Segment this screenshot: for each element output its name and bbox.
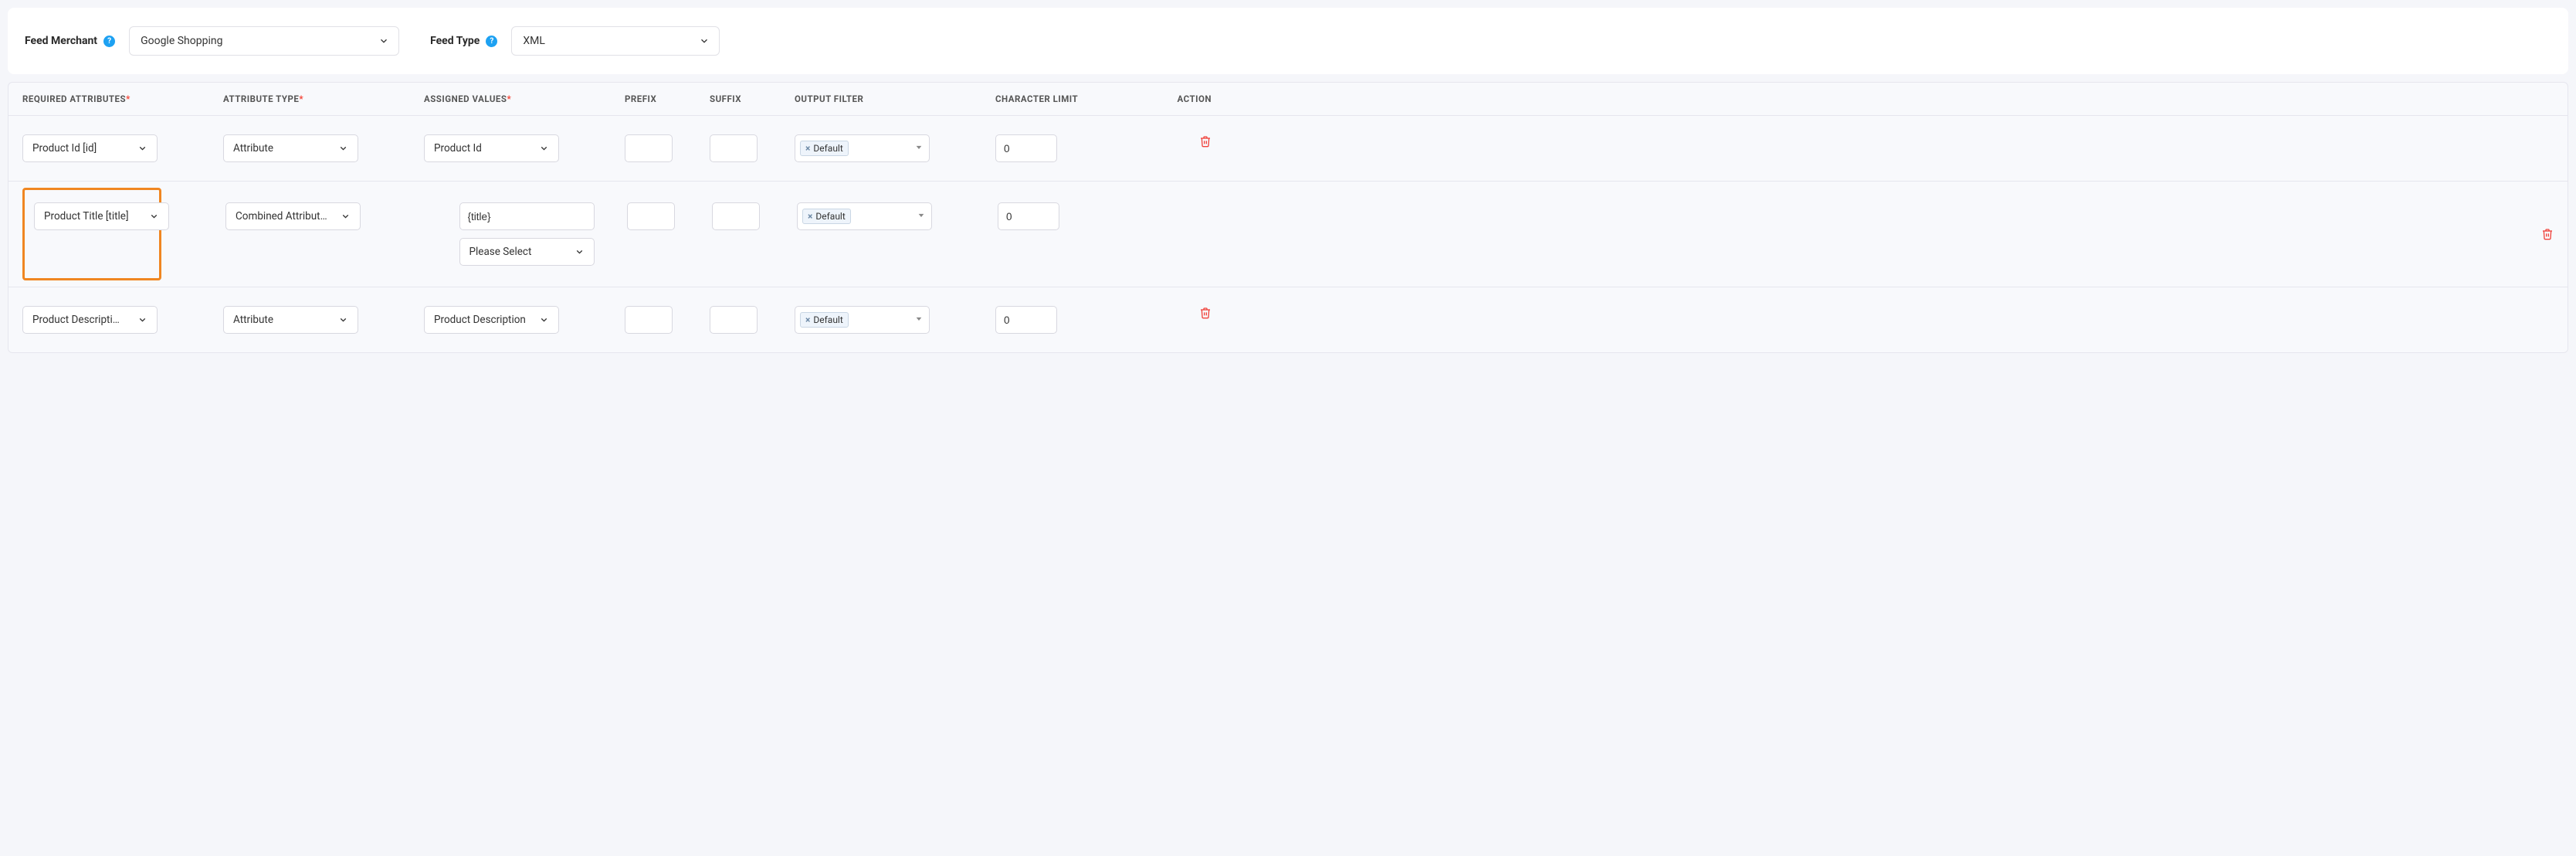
th-prefix: PREFIX xyxy=(625,93,710,104)
suffix-input[interactable] xyxy=(710,306,758,334)
feed-merchant-select[interactable]: Google Shopping xyxy=(129,26,399,56)
delete-row-button[interactable] xyxy=(2541,227,2554,241)
delete-row-button[interactable] xyxy=(1199,134,1212,148)
chevron-down-icon xyxy=(539,315,549,325)
help-icon[interactable]: ? xyxy=(486,36,497,47)
feed-type-group: Feed Type ? XML xyxy=(430,26,720,56)
chevron-down-icon xyxy=(137,144,147,154)
th-attribute-type: ATTRIBUTE TYPE* xyxy=(223,93,424,104)
feed-merchant-label: Feed Merchant ? xyxy=(25,35,115,47)
chevron-down-icon xyxy=(338,315,348,325)
th-suffix: SUFFIX xyxy=(710,93,795,104)
feed-type-select[interactable]: XML xyxy=(511,26,720,56)
caret-down-icon xyxy=(915,314,923,326)
th-character-limit: CHARACTER LIMIT xyxy=(995,93,1150,104)
character-limit-input[interactable] xyxy=(995,134,1057,162)
attribute-type-select[interactable]: Attribute xyxy=(223,134,358,162)
help-icon[interactable]: ? xyxy=(103,36,115,47)
caret-down-icon xyxy=(915,143,923,155)
output-filter-select[interactable]: × Default xyxy=(795,134,930,162)
table-row: Product Title [title] Combined Attribute… xyxy=(8,182,2568,287)
delete-row-button[interactable] xyxy=(1199,306,1212,320)
table-row: Product Id [id] Attribute Product Id xyxy=(8,116,2568,182)
required-attribute-select[interactable]: Product Id [id] xyxy=(22,134,158,162)
character-limit-input[interactable] xyxy=(995,306,1057,334)
attribute-type-select[interactable]: Attribute xyxy=(223,306,358,334)
assigned-value-secondary-select[interactable]: Please Select xyxy=(459,238,595,266)
table-row: Product Description [description] Attrib… xyxy=(8,287,2568,352)
chevron-down-icon xyxy=(575,247,585,257)
chevron-down-icon xyxy=(137,315,147,325)
feed-settings-card: Feed Merchant ? Google Shopping Feed Typ… xyxy=(8,8,2568,74)
highlighted-row-box: Product Title [title] Combined Attribute… xyxy=(22,188,161,280)
assigned-value-select[interactable]: Product Id xyxy=(424,134,559,162)
prefix-input[interactable] xyxy=(625,134,673,162)
feed-merchant-group: Feed Merchant ? Google Shopping xyxy=(25,26,399,56)
remove-tag-icon[interactable]: × xyxy=(805,143,810,154)
chevron-down-icon xyxy=(341,212,351,222)
th-assigned-values: ASSIGNED VALUES* xyxy=(424,93,625,104)
prefix-input[interactable] xyxy=(625,306,673,334)
suffix-input[interactable] xyxy=(710,134,758,162)
th-action: ACTION xyxy=(1150,93,1212,104)
output-filter-select[interactable]: × Default xyxy=(795,306,930,334)
caret-down-icon xyxy=(917,211,925,222)
chevron-down-icon xyxy=(378,36,389,46)
table-header-row: REQUIRED ATTRIBUTES* ATTRIBUTE TYPE* ASS… xyxy=(8,83,2568,116)
remove-tag-icon[interactable]: × xyxy=(808,211,812,222)
filter-tag: × Default xyxy=(800,312,849,328)
feed-type-label: Feed Type ? xyxy=(430,35,497,47)
required-attribute-select[interactable]: Product Title [title] xyxy=(34,202,169,230)
th-output-filter: OUTPUT FILTER xyxy=(795,93,995,104)
remove-tag-icon[interactable]: × xyxy=(805,314,810,325)
character-limit-input[interactable] xyxy=(998,202,1059,230)
chevron-down-icon xyxy=(149,212,159,222)
prefix-input[interactable] xyxy=(627,202,675,230)
assigned-value-select[interactable]: Product Description xyxy=(424,306,559,334)
filter-tag: × Default xyxy=(800,141,849,156)
assigned-value-text-input[interactable] xyxy=(459,202,595,230)
chevron-down-icon xyxy=(539,144,549,154)
chevron-down-icon xyxy=(338,144,348,154)
filter-tag: × Default xyxy=(802,209,851,224)
output-filter-select[interactable]: × Default xyxy=(797,202,932,230)
attribute-type-select[interactable]: Combined Attributes xyxy=(225,202,361,230)
th-required-attributes: REQUIRED ATTRIBUTES* xyxy=(22,93,223,104)
chevron-down-icon xyxy=(699,36,710,46)
attributes-table: REQUIRED ATTRIBUTES* ATTRIBUTE TYPE* ASS… xyxy=(8,82,2568,353)
required-attribute-select[interactable]: Product Description [description] xyxy=(22,306,158,334)
suffix-input[interactable] xyxy=(712,202,760,230)
